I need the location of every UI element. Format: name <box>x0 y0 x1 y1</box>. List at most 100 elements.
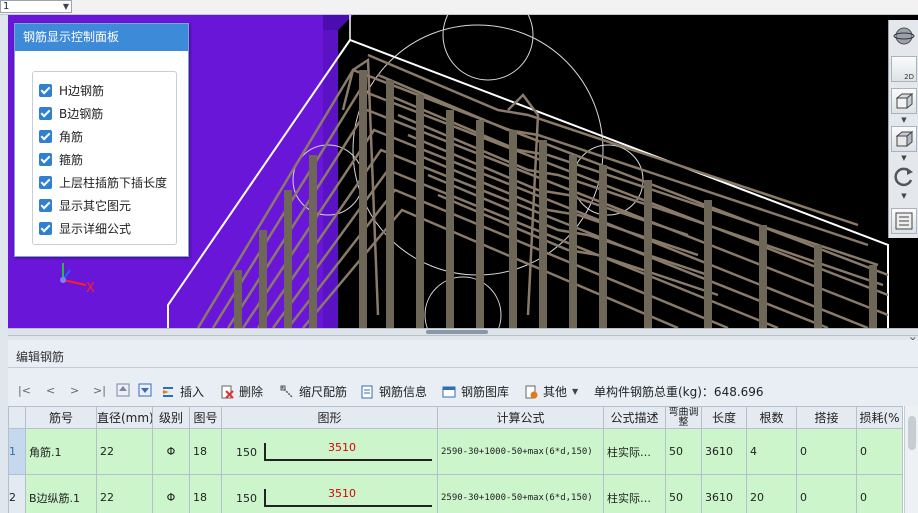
cell-diameter[interactable]: 22 <box>96 428 153 475</box>
header-shape[interactable]: 图形 <box>221 406 438 429</box>
cell-count[interactable]: 20 <box>746 474 797 513</box>
cell-figure-no[interactable]: 18 <box>189 474 222 513</box>
cell-diameter[interactable]: 22 <box>96 474 153 513</box>
chevron-down-icon[interactable]: ▼ <box>899 154 909 162</box>
delete-icon <box>221 385 234 399</box>
cell-count[interactable]: 4 <box>746 428 797 475</box>
rebar-shape-figure: 150 3510 <box>223 476 437 513</box>
panel-splitter[interactable] <box>8 328 918 336</box>
rebar-display-options: H边钢筋 B边钢筋 角筋 箍筋 上层柱插筋下插长度 显示其它图元 显示详细公式 <box>32 71 177 245</box>
edit-rebar-title: 编辑钢筋 <box>16 350 65 364</box>
checkbox-checked-icon[interactable] <box>39 198 52 212</box>
first-record-button[interactable]: |< <box>18 384 31 397</box>
header-formula-desc[interactable]: 公式描述 <box>603 406 666 429</box>
row-number[interactable]: 2 <box>8 474 26 513</box>
delete-label: 删除 <box>239 385 264 399</box>
header-rebar-name[interactable]: 筋号 <box>25 406 97 429</box>
globe-icon <box>893 27 915 45</box>
other-menu-button[interactable]: 其他 ▼ <box>524 383 578 400</box>
cell-loss[interactable]: 0 <box>856 428 903 475</box>
cell-rebar-name[interactable]: 角筋.1 <box>25 428 97 475</box>
last-record-button[interactable]: >| <box>93 384 106 397</box>
shape-main-length: 3510 <box>328 487 356 500</box>
cell-bend-adjust[interactable]: 50 <box>665 428 702 475</box>
cell-formula[interactable]: 2590-30+1000-50+max(6*d,150) <box>437 474 604 513</box>
cell-length[interactable]: 3610 <box>701 428 747 475</box>
view-3d-button[interactable] <box>891 88 917 114</box>
cell-rebar-name[interactable]: B边纵筋.1 <box>25 474 97 513</box>
cell-formula[interactable]: 2590-30+1000-50+max(6*d,150) <box>437 428 604 475</box>
cell-shape[interactable]: 150 3510 <box>221 428 438 475</box>
divider <box>8 367 918 368</box>
cell-length[interactable]: 3610 <box>701 474 747 513</box>
checkbox-checked-icon[interactable] <box>39 106 52 120</box>
cell-loss[interactable]: 0 <box>856 474 903 513</box>
header-lap[interactable]: 搭接 <box>796 406 857 429</box>
layer-button[interactable] <box>891 208 917 234</box>
floor-combo[interactable]: 1 ▼ <box>0 0 72 13</box>
shape-main-length: 3510 <box>328 441 356 454</box>
option-label: 箍筋 <box>59 152 84 167</box>
splitter-grip[interactable] <box>426 330 488 334</box>
move-up-button[interactable] <box>116 383 135 397</box>
table-row[interactable]: 2 B边纵筋.1 22 Φ 18 150 3510 2590-30+1000-5… <box>8 474 903 513</box>
header-loss[interactable]: 损耗(% <box>856 406 903 429</box>
header-grade[interactable]: 级别 <box>152 406 190 429</box>
option-show-other-elements[interactable]: 显示其它图元 <box>39 197 131 213</box>
edit-rebar-toolbar: |< < > >| 插入 删除 缩尺配筋 钢筋信息 钢筋图库 其他 ▼ 单构件钢… <box>8 378 918 404</box>
rebar-display-panel: 钢筋显示控制面板 H边钢筋 B边钢筋 角筋 箍筋 上层柱插筋下插长度 显示其它图… <box>14 23 189 257</box>
cell-grade[interactable]: Φ <box>152 428 190 475</box>
checkbox-checked-icon[interactable] <box>39 152 52 166</box>
move-down-icon <box>138 383 152 397</box>
cell-formula-desc[interactable]: 柱实际… <box>603 474 666 513</box>
cell-bend-adjust[interactable]: 50 <box>665 474 702 513</box>
header-count[interactable]: 根数 <box>746 406 797 429</box>
cell-grade[interactable]: Φ <box>152 474 190 513</box>
option-label: 显示其它图元 <box>59 198 132 213</box>
rotate-button[interactable] <box>891 164 917 190</box>
insert-button[interactable]: 插入 <box>161 383 204 400</box>
scale-rebar-button[interactable]: 缩尺配筋 <box>280 383 347 400</box>
checkbox-checked-icon[interactable] <box>39 221 52 235</box>
checkbox-checked-icon[interactable] <box>39 83 52 97</box>
table-header: 筋号 直径(mm) 级别 图号 图形 计算公式 公式描述 弯曲调整 长度 根数 … <box>8 406 903 429</box>
other-label: 其他 <box>543 385 568 399</box>
option-dowel-length[interactable]: 上层柱插筋下插长度 <box>39 174 167 190</box>
header-formula[interactable]: 计算公式 <box>437 406 604 429</box>
row-number[interactable]: 1 <box>8 428 26 475</box>
next-record-button[interactable]: > <box>70 384 79 397</box>
chevron-down-icon: ▼ <box>62 2 69 11</box>
view-2d-button[interactable]: 2D <box>891 56 917 82</box>
checkbox-checked-icon[interactable] <box>39 129 52 143</box>
option-show-detailed-formula[interactable]: 显示详细公式 <box>39 220 131 236</box>
table-row[interactable]: 1 角筋.1 22 Φ 18 150 3510 2590-30+1000-50+… <box>8 428 903 475</box>
delete-button[interactable]: 删除 <box>220 383 263 400</box>
chevron-down-icon[interactable]: ▼ <box>899 192 909 200</box>
cell-lap[interactable]: 0 <box>796 474 857 513</box>
cell-shape[interactable]: 150 3510 <box>221 474 438 513</box>
header-diameter[interactable]: 直径(mm) <box>96 406 153 429</box>
rebar-library-button[interactable]: 钢筋图库 <box>442 383 509 400</box>
header-figure-no[interactable]: 图号 <box>189 406 222 429</box>
option-b-side-rebar[interactable]: B边钢筋 <box>39 105 103 121</box>
cell-lap[interactable]: 0 <box>796 428 857 475</box>
option-stirrup[interactable]: 箍筋 <box>39 151 83 167</box>
prev-record-button[interactable]: < <box>46 384 55 397</box>
cell-figure-no[interactable]: 18 <box>189 428 222 475</box>
table-scrollbar[interactable] <box>904 406 918 513</box>
chevron-down-icon[interactable]: ▼ <box>899 116 909 124</box>
option-corner-rebar[interactable]: 角筋 <box>39 128 83 144</box>
view-box-button[interactable] <box>891 126 917 152</box>
move-down-button[interactable] <box>138 383 157 397</box>
option-h-side-rebar[interactable]: H边钢筋 <box>39 82 104 98</box>
option-label: H边钢筋 <box>59 83 105 98</box>
cell-formula-desc[interactable]: 柱实际… <box>603 428 666 475</box>
checkbox-checked-icon[interactable] <box>39 175 52 189</box>
rebar-info-button[interactable]: 钢筋信息 <box>360 383 427 400</box>
orbit-button[interactable] <box>891 23 917 49</box>
header-bend-adjust[interactable]: 弯曲调整 <box>665 406 702 429</box>
view-toolbar: 2D ▼ ▼ ▼ <box>888 20 918 238</box>
scrollbar-thumb[interactable] <box>908 416 916 450</box>
header-length[interactable]: 长度 <box>701 406 747 429</box>
scale-rebar-label: 缩尺配筋 <box>299 385 348 399</box>
